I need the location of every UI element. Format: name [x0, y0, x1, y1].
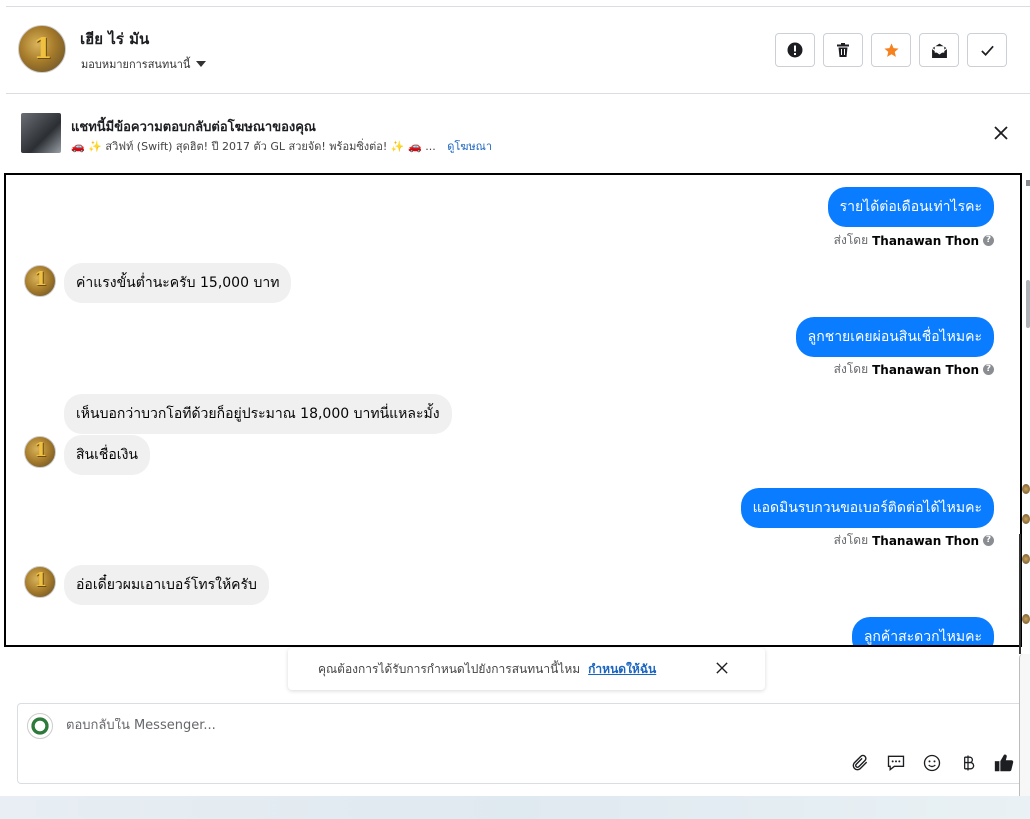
scrollbar-arrow[interactable]: [1026, 180, 1030, 186]
assign-label: มอบหมายการสนทนานี้: [81, 58, 191, 71]
outgoing-message[interactable]: ลูกชายเคยผ่อนสินเชื่อไหมคะ: [795, 317, 994, 357]
sender-name: Thanawan Thon: [872, 233, 979, 248]
incoming-message[interactable]: สินเชื่อเงิน: [64, 435, 151, 475]
outgoing-message[interactable]: ลูกค้าสะดวกไหมคะ: [851, 617, 994, 645]
close-icon: [716, 662, 728, 674]
incoming-message[interactable]: ค่าแรงขั้นต่ำนะครับ 15,000 บาท: [64, 263, 292, 303]
contact-avatar-small[interactable]: 1: [24, 265, 56, 297]
attach-button[interactable]: [849, 752, 871, 774]
ad-thumbnail[interactable]: [21, 113, 61, 153]
delete-button[interactable]: [823, 33, 863, 67]
side-panel-edge: [1018, 478, 1030, 808]
sent-by-prefix: ส่งโดย: [833, 233, 869, 247]
incoming-message[interactable]: อ่อเดี๋ยวผมเอาเบอร์โทรให้ครับ: [64, 565, 269, 605]
message-thread[interactable]: รายได้ต่อเดือนเท่าไรคะ ส่งโดย Thanawan T…: [4, 173, 1022, 647]
chevron-down-icon: [196, 61, 207, 67]
assign-prompt-text: คุณต้องการได้รับการกำหนดไปยังการสนทนานี้…: [318, 661, 581, 676]
side-panel: [1019, 654, 1030, 808]
paperclip-icon: [852, 754, 868, 771]
conversation-header: 1 เฮีย ไร่ มัน มอบหมายการสนทนานี้: [6, 6, 1030, 94]
sent-by-prefix: ส่งโดย: [833, 362, 869, 376]
sent-by-prefix: ส่งโดย: [833, 533, 869, 547]
ad-description: 🚗 ✨ สวิฟท์ (Swift) สุดฮิต! ปี 2017 ตัว G…: [71, 140, 436, 153]
ad-banner-subtitle: 🚗 ✨ สวิฟท์ (Swift) สุดฮิต! ปี 2017 ตัว G…: [71, 137, 492, 155]
star-button[interactable]: [871, 33, 911, 67]
divider: [1019, 534, 1021, 654]
star-icon: [883, 42, 899, 57]
assign-dropdown[interactable]: มอบหมายการสนทนานี้: [81, 55, 207, 73]
avatar[interactable]: [1022, 514, 1030, 524]
thumbs-up-icon: [994, 754, 1014, 772]
close-icon: [994, 126, 1008, 140]
mark-unread-button[interactable]: [919, 33, 959, 67]
done-button[interactable]: [967, 33, 1007, 67]
assign-to-me-prompt: คุณต้องการได้รับการกำหนดไปยังการสนทนานี้…: [288, 648, 765, 690]
check-icon: [980, 45, 994, 56]
emoji-icon: [923, 754, 941, 772]
like-button[interactable]: [993, 752, 1015, 774]
sent-by-label: ส่งโดย Thanawan Thon ?: [834, 360, 994, 379]
assign-to-me-link[interactable]: กำหนดให้ฉัน: [588, 660, 656, 679]
help-icon[interactable]: ?: [983, 535, 994, 546]
help-icon[interactable]: ?: [983, 235, 994, 246]
contact-avatar-small[interactable]: 1: [24, 436, 56, 468]
envelope-icon: [931, 43, 947, 58]
outgoing-message[interactable]: แอดมินรบกวนขอเบอร์ติดต่อได้ไหมคะ: [740, 488, 994, 528]
contact-avatar[interactable]: 1: [18, 25, 66, 73]
close-prompt-button[interactable]: [716, 662, 728, 677]
reply-composer: [17, 703, 1030, 784]
sender-name: Thanawan Thon: [872, 533, 979, 548]
saved-reply-button[interactable]: [885, 752, 907, 774]
exclamation-circle-icon: [787, 42, 803, 58]
baht-icon: [964, 755, 975, 771]
payment-button[interactable]: [957, 752, 979, 774]
sent-by-label: ส่งโดย Thanawan Thon ?: [834, 231, 994, 250]
avatar[interactable]: [1022, 484, 1030, 494]
ad-reply-banner: แชทนี้มีข้อความตอบกลับต่อโฆษณาของคุณ 🚗 ✨…: [6, 95, 1030, 173]
close-banner-button[interactable]: [994, 125, 1008, 144]
contact-name[interactable]: เฮีย ไร่ มัน: [80, 27, 149, 51]
sent-by-label: ส่งโดย Thanawan Thon ?: [834, 531, 994, 550]
view-ad-link[interactable]: ดูโฆษณา: [447, 140, 492, 153]
trash-icon: [837, 43, 849, 57]
avatar[interactable]: [1022, 554, 1030, 564]
sender-name: Thanawan Thon: [872, 362, 979, 377]
reply-input[interactable]: [66, 718, 966, 733]
avatar[interactable]: [1022, 614, 1030, 624]
spam-button[interactable]: [775, 33, 815, 67]
emoji-button[interactable]: [921, 752, 943, 774]
contact-avatar-small[interactable]: 1: [24, 566, 56, 598]
outgoing-message[interactable]: รายได้ต่อเดือนเท่าไรคะ: [827, 187, 994, 227]
page-avatar: [27, 713, 53, 739]
saved-reply-icon: [887, 755, 905, 772]
ad-banner-title: แชทนี้มีข้อความตอบกลับต่อโฆษณาของคุณ: [71, 120, 316, 135]
page-footer: [0, 796, 1030, 819]
scrollbar-thumb[interactable]: [1026, 280, 1030, 328]
help-icon[interactable]: ?: [983, 364, 994, 375]
incoming-message[interactable]: เห็นบอกว่าบวกโอทีด้วยก็อยู่ประมาณ 18,000…: [64, 394, 452, 434]
